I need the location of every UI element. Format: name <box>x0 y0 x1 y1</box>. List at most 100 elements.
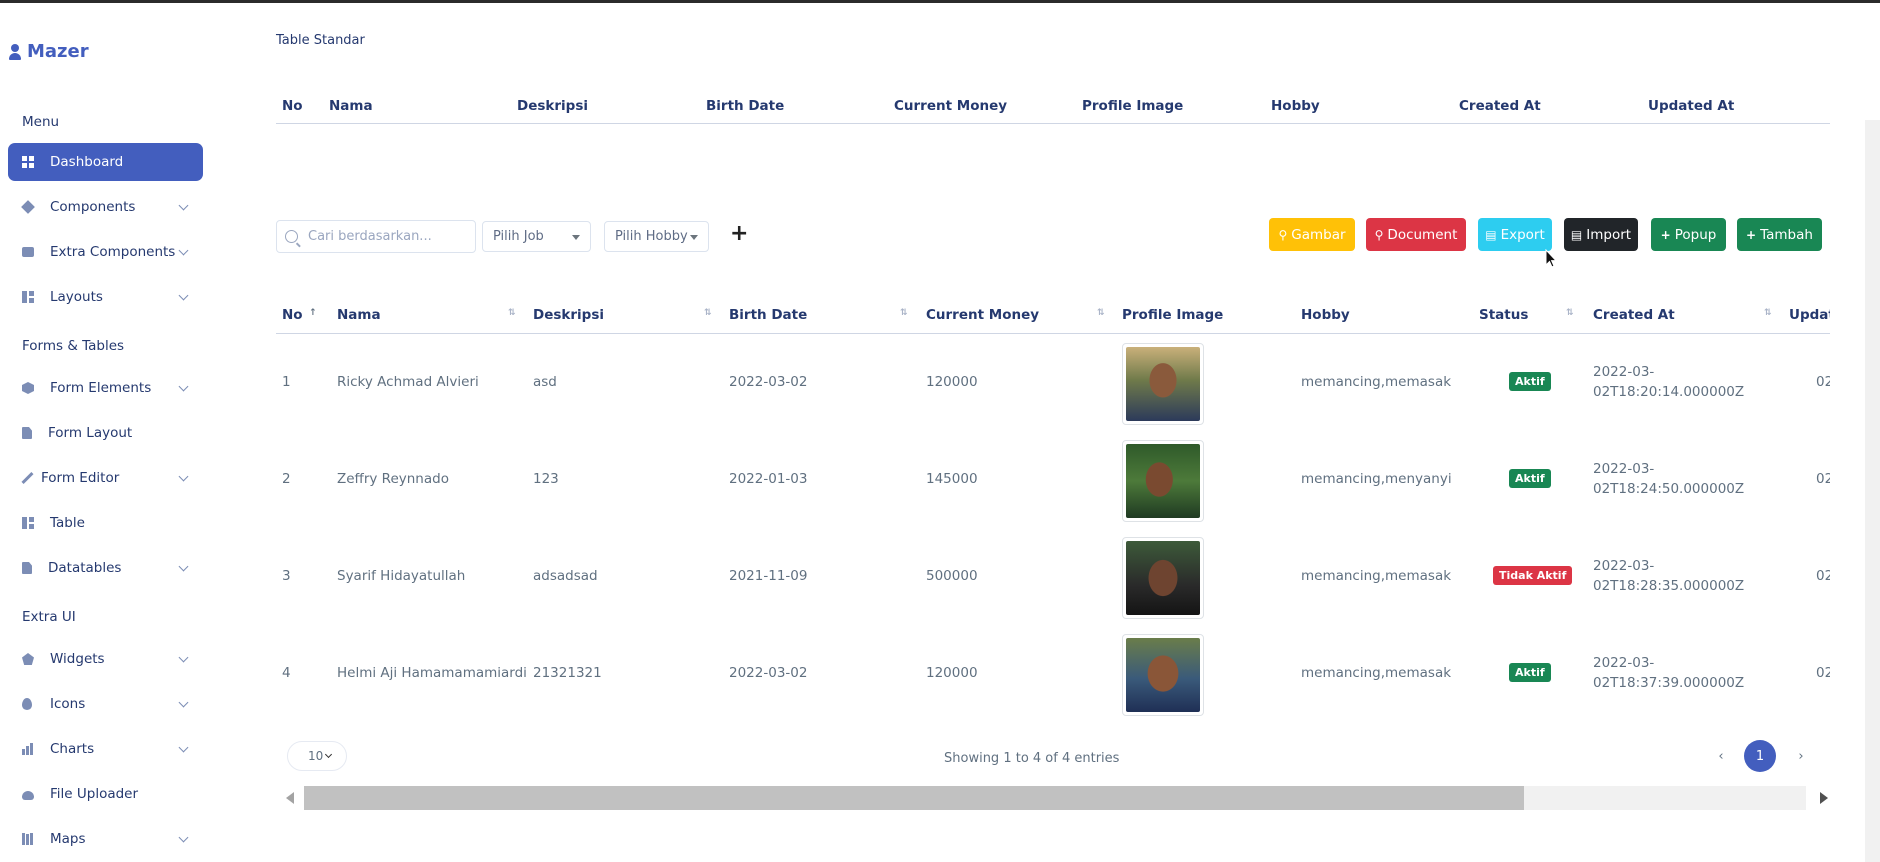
sidebar-item-table[interactable]: Table <box>8 504 203 542</box>
sidebar-item-label: Form Editor <box>41 470 120 486</box>
cell-current-money: 145000 <box>926 471 978 487</box>
column-header: No <box>282 98 303 114</box>
cell-current-money: 120000 <box>926 374 978 390</box>
horizontal-scrollbar[interactable] <box>284 786 1830 810</box>
add-filter-button[interactable]: + <box>730 222 748 246</box>
cell-no: 2 <box>282 471 291 487</box>
pagination-next-button[interactable]: › <box>1785 740 1817 772</box>
sidebar-item-extra-components[interactable]: Extra Components <box>8 233 203 271</box>
popup-button[interactable]: + Popup <box>1651 218 1726 251</box>
table-row: 1 Ricky Achmad Alvieri asd 2022-03-02 12… <box>276 336 1830 433</box>
person-icon <box>9 43 21 60</box>
chevron-down-icon <box>178 697 189 708</box>
vertical-scrollbar[interactable] <box>1865 120 1880 862</box>
file-export-icon: ▤ <box>1485 227 1497 242</box>
document-button[interactable]: ⚲ Document <box>1366 218 1466 251</box>
profile-image[interactable] <box>1122 634 1204 716</box>
scrollbar-thumb[interactable] <box>304 786 1524 810</box>
cell-hobby: memancing,menyanyi <box>1301 471 1452 487</box>
search-input[interactable] <box>308 229 458 244</box>
table-info: Showing 1 to 4 of 4 entries <box>944 751 1120 766</box>
cell-no: 1 <box>282 374 291 390</box>
cell-created-at: 2022-03- 02T18:20:14.000000Z <box>1593 364 1745 400</box>
cell-deskripsi: adsadsad <box>533 568 598 584</box>
sidebar-item-icons[interactable]: Icons <box>8 685 203 723</box>
column-header-nama[interactable]: Nama <box>337 307 381 323</box>
profile-image[interactable] <box>1122 537 1204 619</box>
page-length-select[interactable]: 10 <box>287 741 347 771</box>
hexagon-icon <box>22 382 34 394</box>
column-header-deskripsi[interactable]: Deskripsi <box>533 307 604 323</box>
status-badge: Aktif <box>1509 372 1551 391</box>
chevron-down-icon <box>178 381 189 392</box>
column-header-no[interactable]: No <box>282 307 303 323</box>
cell-current-money: 120000 <box>926 665 978 681</box>
profile-image[interactable] <box>1122 343 1204 425</box>
pagination-prev-button[interactable]: ‹ <box>1705 740 1737 772</box>
pentagon-icon <box>22 653 34 665</box>
sidebar-item-dashboard[interactable]: Dashboard <box>8 143 203 181</box>
app-logo[interactable]: Mazer <box>9 41 89 62</box>
collection-icon <box>22 247 34 257</box>
page-length-value: 10 <box>308 749 324 763</box>
sidebar-item-form-elements[interactable]: Form Elements <box>8 369 203 407</box>
sidebar-section-forms: Forms & Tables <box>22 338 125 354</box>
sidebar-item-datatables[interactable]: Datatables <box>8 549 203 587</box>
search-field[interactable] <box>276 220 476 253</box>
import-button-label: Import <box>1586 226 1632 243</box>
sidebar-item-form-layout[interactable]: Form Layout <box>8 414 203 452</box>
tambah-button[interactable]: + Tambah <box>1737 218 1822 251</box>
sidebar-item-label: Datatables <box>48 560 122 576</box>
cell-updated-at: 02 <box>1816 665 1830 681</box>
column-header-status[interactable]: Status <box>1479 307 1528 323</box>
import-button[interactable]: ▤ Import <box>1564 218 1638 251</box>
profile-image[interactable] <box>1122 440 1204 522</box>
job-select[interactable]: Pilih Job <box>482 221 591 252</box>
pagination-page-1[interactable]: 1 <box>1744 740 1776 772</box>
cell-updated-at: 02 <box>1816 568 1830 584</box>
sidebar-item-layouts[interactable]: Layouts <box>8 278 203 316</box>
column-header: Profile Image <box>1082 98 1184 114</box>
standard-table-header: No Nama Deskripsi Birth Date Current Mon… <box>276 92 1830 124</box>
sidebar-item-label: Icons <box>50 696 86 712</box>
column-header: Current Money <box>894 98 1008 114</box>
cell-birth-date: 2022-03-02 <box>729 374 808 390</box>
pen-icon <box>21 471 34 485</box>
sidebar-item-charts[interactable]: Charts <box>8 730 203 768</box>
chevron-down-icon <box>178 652 189 663</box>
sidebar-item-components[interactable]: Components <box>8 188 203 226</box>
column-header: Birth Date <box>706 98 785 114</box>
cell-deskripsi: asd <box>533 374 557 390</box>
scroll-right-arrow-icon[interactable] <box>1820 792 1828 804</box>
sidebar-item-label: Widgets <box>50 651 105 667</box>
column-header-updated-at[interactable]: Update <box>1789 307 1830 323</box>
column-header-current-money[interactable]: Current Money <box>926 307 1039 323</box>
sidebar-item-file-uploader[interactable]: File Uploader <box>8 775 203 813</box>
sidebar-item-widgets[interactable]: Widgets <box>8 640 203 678</box>
file-text-icon <box>22 427 32 439</box>
column-header-created-at[interactable]: Created At <box>1593 307 1675 323</box>
layout-icon <box>22 291 34 303</box>
hobby-select-value: Pilih Hobby <box>615 229 688 244</box>
column-header-birth-date[interactable]: Birth Date <box>729 307 807 323</box>
status-badge: Tidak Aktif <box>1493 566 1573 585</box>
sidebar-item-form-editor[interactable]: Form Editor <box>8 459 203 497</box>
cell-hobby: memancing,memasak <box>1301 374 1452 390</box>
export-button[interactable]: ▤ Export <box>1478 218 1552 251</box>
cell-birth-date: 2022-01-03 <box>729 471 808 487</box>
sidebar-section-menu: Menu <box>22 114 60 130</box>
status-badge: Aktif <box>1509 469 1551 488</box>
cell-created-at: 2022-03- 02T18:24:50.000000Z <box>1593 461 1745 497</box>
map-icon <box>22 833 34 845</box>
sidebar-item-label: File Uploader <box>50 786 139 802</box>
table-row: 3 Syarif Hidayatullah adsadsad 2021-11-0… <box>276 530 1830 627</box>
scroll-left-arrow-icon[interactable] <box>286 792 294 804</box>
plus-icon: + <box>1660 227 1671 242</box>
chevron-down-icon <box>324 750 333 759</box>
column-header: Nama <box>329 98 373 114</box>
gambar-button[interactable]: ⚲ Gambar <box>1269 218 1355 251</box>
sidebar-item-maps[interactable]: Maps <box>8 820 203 858</box>
popup-button-label: Popup <box>1674 226 1717 243</box>
hobby-select[interactable]: Pilih Hobby <box>604 221 709 252</box>
stack-icon <box>21 200 35 214</box>
